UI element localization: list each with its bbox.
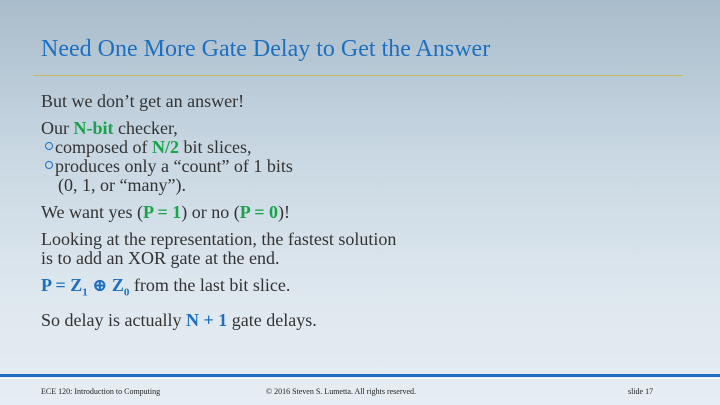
- text: ) or no (: [181, 202, 240, 222]
- footer-bar-highlight: [0, 378, 720, 379]
- text: )!: [278, 202, 291, 222]
- bullet-icon: [45, 161, 53, 169]
- text: We want yes (: [41, 202, 144, 222]
- title-divider: [33, 75, 683, 76]
- text: produces only a “count” of 1 bits: [55, 156, 293, 176]
- line-checker: Our N-bit checker,: [41, 119, 681, 138]
- line-looking: Looking at the representation, the faste…: [41, 229, 397, 249]
- footer-slide-number: slide 17: [628, 387, 654, 396]
- emphasis-n-half: N/2: [151, 137, 179, 157]
- text: composed of: [55, 137, 152, 157]
- eq-p-z: P = Z: [41, 275, 83, 295]
- footer-bar: [0, 374, 720, 377]
- text: from the last bit slice.: [129, 275, 291, 295]
- emphasis-p1: P = 1: [143, 202, 182, 222]
- line-xor: is to add an XOR gate at the end.: [41, 248, 280, 268]
- text: Our: [41, 118, 74, 138]
- slide-title: Need One More Gate Delay to Get the Answ…: [41, 36, 491, 62]
- bullet-icon: [45, 142, 53, 150]
- bullet-composed: composed of N/2 bit slices,: [41, 138, 681, 157]
- line-equation: P = Z1 ⊕ Z0 from the last bit slice.: [41, 276, 681, 303]
- bullet-count-continued: (0, 1, or “many”).: [58, 175, 186, 195]
- text: gate delays.: [227, 309, 317, 330]
- text: So delay is actually: [41, 309, 186, 330]
- emphasis-p0: P = 0: [239, 202, 279, 222]
- footer-copyright: © 2016 Steven S. Lumetta. All rights res…: [266, 387, 417, 396]
- text: checker,: [113, 118, 178, 138]
- bullet-count: produces only a “count” of 1 bits: [41, 157, 681, 176]
- emphasis-n-plus-1: N + 1: [185, 309, 228, 330]
- emphasis-n-bit: N-bit: [73, 118, 114, 138]
- slide-body: But we don’t get an answer! Our N-bit ch…: [41, 92, 681, 330]
- line-want: We want yes (P = 1) or no (P = 0)!: [41, 203, 681, 222]
- line-delay: So delay is actually N + 1 gate delays.: [41, 309, 681, 330]
- slide: Need One More Gate Delay to Get the Answ…: [0, 0, 720, 405]
- text: bit slices,: [178, 137, 252, 157]
- footer-course: ECE 120: Introduction to Computing: [41, 387, 161, 396]
- eq-xor-z: ⊕ Z: [87, 275, 124, 295]
- line-no-answer: But we don’t get an answer!: [41, 91, 245, 111]
